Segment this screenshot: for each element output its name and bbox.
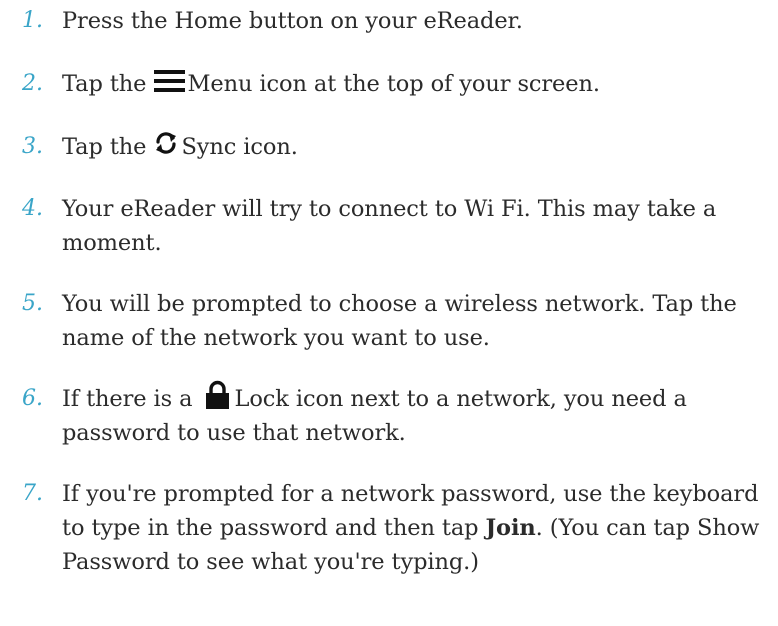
step-number: 1.	[22, 8, 43, 33]
step-text: If there is a Lock icon next to a networ…	[62, 380, 774, 450]
step-number: 2.	[22, 71, 43, 96]
step-text: Tap the Sync icon.	[62, 130, 774, 164]
step-text-part: You will be prompted to choose a wireles…	[62, 291, 737, 351]
step-text-part: Tap the	[62, 71, 154, 97]
step-text-part: Tap the	[62, 134, 154, 160]
step-number: 3.	[22, 134, 43, 159]
step-text: If you're prompted for a network passwor…	[62, 477, 774, 579]
join-label: Join	[485, 515, 536, 541]
sync-icon	[154, 130, 178, 156]
step-number: 7.	[22, 481, 43, 506]
step-text: Press the Home button on your eReader.	[62, 4, 774, 38]
menu-icon	[154, 70, 186, 92]
step-text: Tap the Menu icon at the top of your scr…	[62, 67, 774, 101]
step-text-part: Sync icon.	[181, 134, 298, 160]
step-text-part: Press the Home button on your eReader.	[62, 8, 523, 34]
step-number: 5.	[22, 291, 43, 316]
step-text-part: Menu icon at the top of your screen.	[187, 71, 600, 97]
step-text-part: Your eReader will try to connect to Wi F…	[62, 196, 717, 256]
step-text: Your eReader will try to connect to Wi F…	[62, 192, 774, 260]
lock-icon	[203, 380, 232, 409]
step-text-part: If there is a	[62, 386, 200, 412]
step-number: 6.	[22, 386, 43, 411]
step-number: 4.	[22, 196, 43, 221]
step-text: You will be prompted to choose a wireles…	[62, 287, 774, 355]
